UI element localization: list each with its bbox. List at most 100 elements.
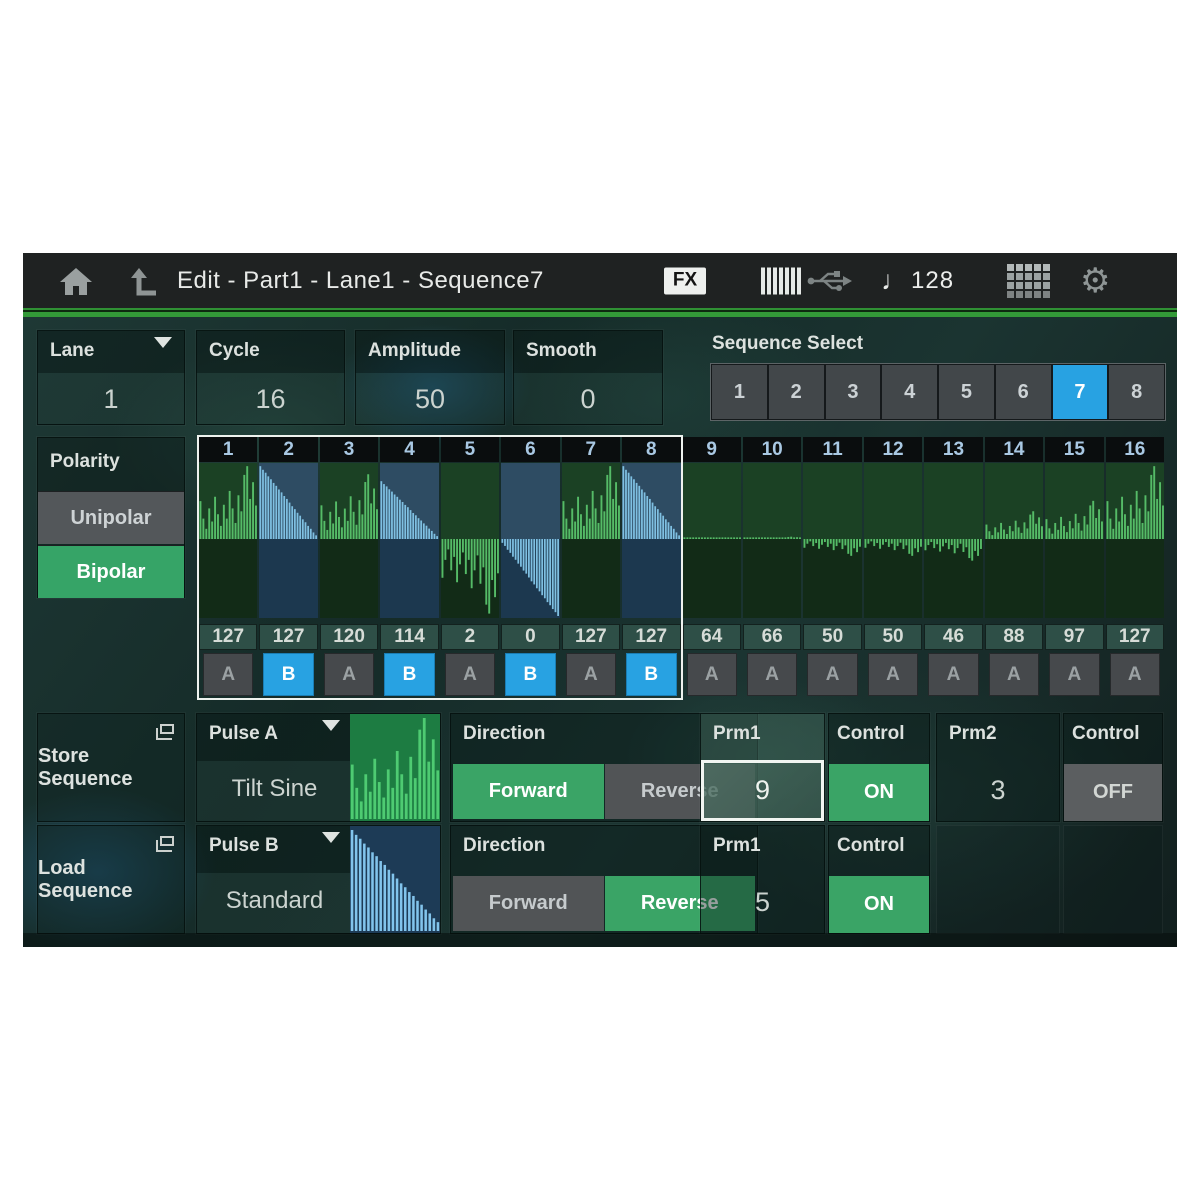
- up-arrow-icon[interactable]: [129, 266, 159, 296]
- step-column-15: 1597A: [1045, 437, 1103, 700]
- step-ab-toggle[interactable]: A: [1049, 653, 1099, 696]
- step-ab-toggle[interactable]: A: [1110, 653, 1160, 696]
- step-graph[interactable]: [320, 463, 378, 618]
- step-graph[interactable]: [803, 463, 861, 618]
- step-ab-toggle[interactable]: B: [384, 653, 434, 696]
- step-value[interactable]: 46: [924, 624, 982, 650]
- sequence-select-button-2[interactable]: 2: [769, 365, 824, 419]
- step-ab-toggle[interactable]: B: [626, 653, 676, 696]
- step-value[interactable]: 50: [803, 624, 861, 650]
- polarity-bipolar-button[interactable]: Bipolar: [38, 545, 184, 598]
- fx-badge[interactable]: FX: [664, 267, 706, 294]
- step-value[interactable]: 0: [501, 624, 559, 650]
- control-a-toggle[interactable]: ON: [829, 764, 929, 821]
- pulse-b-selector[interactable]: Pulse B Standard: [196, 825, 441, 934]
- step-ab-toggle[interactable]: A: [989, 653, 1039, 696]
- step-ab-toggle[interactable]: A: [566, 653, 616, 696]
- step-value[interactable]: 127: [199, 624, 257, 650]
- grid-icon[interactable]: [1007, 264, 1050, 298]
- step-number: 6: [501, 437, 559, 462]
- step-graph[interactable]: [501, 463, 559, 618]
- step-value[interactable]: 127: [562, 624, 620, 650]
- step-graph[interactable]: [1106, 463, 1164, 618]
- step-ab-toggle[interactable]: A: [445, 653, 495, 696]
- sequence-select-button-8[interactable]: 8: [1109, 365, 1164, 419]
- sequence-select-button-4[interactable]: 4: [882, 365, 937, 419]
- step-value[interactable]: 2: [441, 624, 499, 650]
- prm2-a-field[interactable]: Prm2 3: [936, 713, 1060, 822]
- quarter-note-icon[interactable]: ♩: [881, 265, 908, 296]
- step-ab-toggle[interactable]: A: [747, 653, 797, 696]
- control-a-group: Control ON: [828, 713, 930, 822]
- step-value[interactable]: 50: [864, 624, 922, 650]
- step-number: 16: [1106, 437, 1164, 462]
- lane-field[interactable]: Lane 1: [37, 330, 185, 425]
- step-number: 13: [924, 437, 982, 462]
- usb-icon: [807, 268, 853, 294]
- step-graph[interactable]: [743, 463, 801, 618]
- step-value[interactable]: 114: [380, 624, 438, 650]
- step-ab-toggle[interactable]: B: [263, 653, 313, 696]
- direction-b-forward-button[interactable]: Forward: [453, 876, 604, 931]
- control-b-toggle[interactable]: ON: [829, 876, 929, 933]
- sequence-select-button-1[interactable]: 1: [712, 365, 767, 419]
- step-graph[interactable]: [985, 463, 1043, 618]
- sequence-select-button-5[interactable]: 5: [939, 365, 994, 419]
- prm1-b-field[interactable]: Prm1 5: [700, 825, 825, 934]
- load-sequence-button[interactable]: Load Sequence: [37, 825, 185, 934]
- step-grid: 1127A2127B3120A4114B52A60B7127A8127B964A…: [199, 437, 1164, 700]
- step-value[interactable]: 88: [985, 624, 1043, 650]
- step-number: 7: [562, 437, 620, 462]
- step-ab-toggle[interactable]: A: [687, 653, 737, 696]
- step-value[interactable]: 97: [1045, 624, 1103, 650]
- step-graph[interactable]: [864, 463, 922, 618]
- amplitude-value: 50: [356, 375, 504, 423]
- step-value[interactable]: 120: [320, 624, 378, 650]
- pulse-a-selector[interactable]: Pulse A Tilt Sine: [196, 713, 441, 822]
- sequence-select-button-6[interactable]: 6: [996, 365, 1051, 419]
- pulse-a-waveform-preview: [350, 714, 440, 821]
- step-ab-toggle[interactable]: B: [505, 653, 555, 696]
- cycle-field[interactable]: Cycle 16: [196, 330, 345, 425]
- amplitude-field[interactable]: Amplitude 50: [355, 330, 505, 425]
- store-sequence-button[interactable]: Store Sequence: [37, 713, 185, 822]
- tempo-value[interactable]: 128: [911, 267, 954, 295]
- step-ab-toggle[interactable]: A: [928, 653, 978, 696]
- step-graph[interactable]: [622, 463, 680, 618]
- control2-a-toggle[interactable]: OFF: [1064, 764, 1162, 821]
- prm1-a-field[interactable]: Prm1 9: [700, 713, 825, 822]
- step-graph[interactable]: [1045, 463, 1103, 618]
- step-graph[interactable]: [199, 463, 257, 618]
- step-graph[interactable]: [380, 463, 438, 618]
- step-value[interactable]: 127: [622, 624, 680, 650]
- store-sequence-label: Store Sequence: [38, 745, 184, 791]
- sequence-select-button-7[interactable]: 7: [1053, 365, 1108, 419]
- step-ab-toggle[interactable]: A: [324, 653, 374, 696]
- direction-a-forward-button[interactable]: Forward: [453, 764, 604, 819]
- gear-icon[interactable]: ⚙: [1080, 264, 1110, 298]
- step-number: 8: [622, 437, 680, 462]
- step-number: 1: [199, 437, 257, 462]
- step-value[interactable]: 64: [683, 624, 741, 650]
- step-column-9: 964A: [683, 437, 741, 700]
- step-value[interactable]: 127: [1106, 624, 1164, 650]
- window-icon: [160, 836, 174, 846]
- polarity-unipolar-button[interactable]: Unipolar: [38, 491, 184, 544]
- home-icon[interactable]: [59, 266, 93, 296]
- step-column-8: 8 127 B: [622, 437, 680, 700]
- accent-divider: [23, 308, 1177, 317]
- prm1-a-value: 9: [701, 760, 824, 821]
- step-ab-toggle[interactable]: A: [868, 653, 918, 696]
- smooth-field[interactable]: Smooth 0: [513, 330, 663, 425]
- step-graph[interactable]: [562, 463, 620, 618]
- step-ab-toggle[interactable]: A: [203, 653, 253, 696]
- step-column-14: 1488A: [985, 437, 1043, 700]
- step-ab-toggle[interactable]: A: [807, 653, 857, 696]
- step-graph[interactable]: [683, 463, 741, 618]
- step-value[interactable]: 127: [259, 624, 317, 650]
- step-graph[interactable]: [441, 463, 499, 618]
- step-value[interactable]: 66: [743, 624, 801, 650]
- sequence-select-button-3[interactable]: 3: [826, 365, 881, 419]
- step-graph[interactable]: [924, 463, 982, 618]
- step-graph[interactable]: [259, 463, 317, 618]
